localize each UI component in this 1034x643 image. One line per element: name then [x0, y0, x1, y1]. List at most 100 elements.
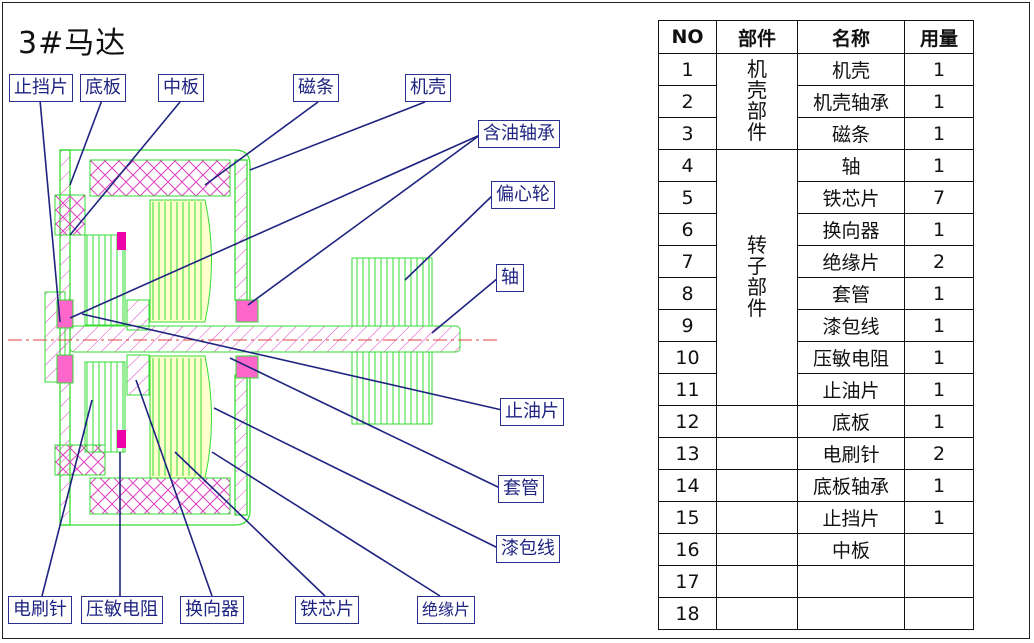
cell-qty: 7	[904, 181, 974, 214]
cell-group-empty	[716, 501, 798, 534]
cell-group-empty	[716, 597, 798, 630]
table-row: 2 机壳轴承 1	[658, 85, 974, 118]
cell-name: 换向器	[797, 213, 905, 246]
table-row: 8 套管 1	[658, 277, 974, 310]
table-row: 7 绝缘片 2	[658, 245, 974, 278]
cell-name	[797, 597, 905, 630]
bom-table: NO 部件 名称 用量 1 机壳部件 机壳 1 2 机壳轴承 1 3 磁条 1 …	[658, 20, 974, 630]
callout-varistor: 压敏电阻	[81, 596, 163, 624]
group-rotor-label: 转子部件	[747, 233, 767, 320]
callout-eccentric: 偏心轮	[491, 181, 555, 209]
header-no: NO	[658, 20, 717, 54]
oil-bearing-top	[235, 299, 259, 323]
callout-oil-stop: 止油片	[500, 398, 564, 426]
callout-insulation: 绝缘片	[417, 596, 476, 624]
cell-group-empty	[716, 533, 798, 566]
cell-qty: 1	[904, 85, 974, 118]
table-row: 9 漆包线 1	[658, 309, 974, 342]
header-qty: 用量	[904, 20, 974, 54]
cell-group-empty	[716, 437, 798, 470]
cell-qty: 1	[904, 341, 974, 374]
cell-name: 止挡片	[797, 501, 905, 534]
table-row: 11 止油片 1	[658, 373, 974, 406]
table-row: 17	[658, 565, 974, 598]
cell-qty: 1	[904, 405, 974, 438]
cell-no: 4	[658, 149, 717, 182]
cell-qty	[904, 565, 974, 598]
magnet-bottom	[89, 477, 231, 515]
table-header-row: NO 部件 名称 用量	[658, 20, 974, 54]
base-block-top	[54, 194, 86, 236]
cell-no: 10	[658, 341, 717, 374]
cell-no: 17	[658, 565, 717, 598]
cell-qty: 1	[904, 373, 974, 406]
header-part: 部件	[716, 20, 798, 54]
cell-name: 底板	[797, 405, 905, 438]
table-row: 18	[658, 597, 974, 630]
header-name: 名称	[797, 20, 905, 54]
callout-shaft: 轴	[496, 264, 524, 292]
cell-qty	[904, 597, 974, 630]
cell-qty: 1	[904, 309, 974, 342]
cell-qty: 1	[904, 53, 974, 86]
cell-no: 8	[658, 277, 717, 310]
cell-no: 1	[658, 53, 717, 86]
callout-oil-bearing: 含油轴承	[478, 120, 560, 148]
callout-commutator: 换向器	[180, 596, 244, 624]
group-housing-label: 机壳部件	[747, 57, 767, 144]
cell-name: 磁条	[797, 117, 905, 150]
cell-name: 中板	[797, 533, 905, 566]
eccentric-bottom	[351, 351, 433, 425]
cell-no: 14	[658, 469, 717, 502]
callout-magnet: 磁条	[293, 74, 339, 102]
cell-no: 5	[658, 181, 717, 214]
cell-qty: 2	[904, 437, 974, 470]
group-housing: 机壳部件	[716, 53, 798, 150]
group-rotor: 转子部件	[716, 149, 798, 406]
table-row: 15 止挡片 1	[658, 501, 974, 534]
cell-name: 机壳轴承	[797, 85, 905, 118]
callout-stop-plate: 止挡片	[9, 74, 73, 102]
table-row: 4 转子部件 轴 1	[658, 149, 974, 406]
callout-mid-plate: 中板	[158, 74, 204, 102]
cell-group-empty	[716, 469, 798, 502]
cell-no: 11	[658, 373, 717, 406]
table-row: 14 底板轴承 1	[658, 469, 974, 502]
table-row: 10 压敏电阻 1	[658, 341, 974, 374]
cell-name: 电刷针	[797, 437, 905, 470]
base-bearing-bottom	[56, 354, 74, 384]
callout-enamel-wire: 漆包线	[496, 535, 560, 563]
cell-name: 底板轴承	[797, 469, 905, 502]
core-top-lines	[152, 202, 202, 320]
table-row: 6 换向器 1	[658, 213, 974, 246]
cell-name: 机壳	[797, 53, 905, 86]
cell-no: 12	[658, 405, 717, 438]
cell-qty: 1	[904, 469, 974, 502]
cell-name: 止油片	[797, 373, 905, 406]
shaft	[69, 325, 461, 353]
cell-name: 绝缘片	[797, 245, 905, 278]
cell-group-empty	[716, 565, 798, 598]
table-row: 13 电刷针 2	[658, 437, 974, 470]
table-row: 5 铁芯片 7	[658, 181, 974, 214]
cell-no: 3	[658, 117, 717, 150]
cell-no: 7	[658, 245, 717, 278]
callout-core: 铁芯片	[295, 596, 359, 624]
cell-no: 16	[658, 533, 717, 566]
varistor-bottom	[117, 430, 126, 448]
commutator-bottom	[126, 354, 150, 396]
callout-sleeve: 套管	[498, 475, 544, 503]
cell-name: 套管	[797, 277, 905, 310]
cell-no: 18	[658, 597, 717, 630]
callout-brush: 电刷针	[8, 596, 72, 624]
table-row: 3 磁条 1	[658, 117, 974, 150]
varistor-top	[117, 232, 126, 250]
cell-qty: 1	[904, 501, 974, 534]
cell-name	[797, 565, 905, 598]
cell-group-empty	[716, 405, 798, 438]
cell-name: 漆包线	[797, 309, 905, 342]
table-row: 12 底板 1	[658, 405, 974, 438]
cell-no: 9	[658, 309, 717, 342]
cell-qty: 1	[904, 117, 974, 150]
callout-base-plate: 底板	[80, 74, 126, 102]
